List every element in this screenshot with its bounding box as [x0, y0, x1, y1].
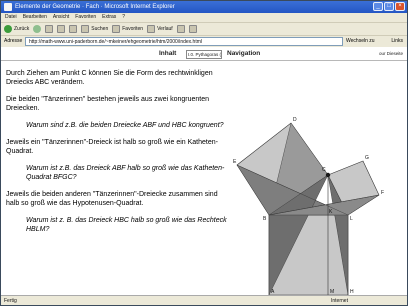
print-button[interactable] — [188, 25, 197, 33]
go-button[interactable]: Wechseln zu — [346, 37, 375, 46]
menu-favoriten[interactable]: Favoriten — [75, 13, 96, 22]
back-arrow-icon — [4, 25, 12, 33]
paragraph: Die beiden "Tänzerinnen" bestehen jeweil… — [6, 96, 210, 112]
home-icon — [69, 25, 78, 33]
history-button[interactable]: Verlauf — [147, 23, 173, 36]
question: Warum ist z.B. das Dreieck ABF halb so g… — [26, 165, 225, 181]
home-button[interactable] — [69, 25, 78, 33]
question: Warum sind z.B. die beiden Dreiecke ABF … — [26, 122, 224, 129]
explanation-text: Durch Ziehen am Punkt C können Sie die F… — [6, 69, 232, 242]
mail-icon — [176, 25, 185, 33]
search-button[interactable]: Suchen — [81, 23, 108, 36]
address-bar: Adresse http://math-www.uni-paderborn.de… — [1, 35, 407, 46]
menu-ansicht[interactable]: Ansicht — [53, 13, 69, 22]
ie-icon — [4, 3, 12, 11]
forward-button[interactable] — [33, 25, 42, 33]
refresh-button[interactable] — [57, 25, 66, 33]
label-f: F — [381, 190, 384, 196]
question: Warum ist z. B. das Dreieck HBC halb so … — [26, 217, 227, 233]
paragraph: Durch Ziehen am Punkt C können Sie die F… — [6, 70, 213, 86]
menu-datei[interactable]: Datei — [5, 13, 17, 22]
paragraph: Jeweils ein "Tänzerinnen"-Dreieck ist ha… — [6, 139, 218, 155]
label-b: B — [263, 216, 267, 222]
page-content: Inhalt I.0. Pythagoras (Tänzerinnen-Bewe… — [1, 47, 407, 295]
menu-help[interactable]: ? — [122, 13, 125, 22]
forward-arrow-icon — [33, 25, 42, 33]
stop-button[interactable] — [45, 25, 54, 33]
menu-bearbeiten[interactable]: Bearbeiten — [23, 13, 47, 22]
point-c[interactable] — [325, 172, 331, 178]
history-icon — [147, 25, 156, 33]
minimize-button[interactable]: _ — [373, 2, 383, 11]
maximize-button[interactable]: □ — [384, 2, 394, 11]
status-text: Fertig — [4, 298, 17, 304]
star-icon — [112, 25, 121, 33]
status-bar: Fertig Internet — [1, 295, 407, 305]
label-e: E — [233, 159, 237, 165]
mail-button[interactable] — [176, 25, 185, 33]
label-g: G — [365, 155, 369, 161]
favorites-button[interactable]: Favoriten — [112, 23, 143, 36]
navigation-link[interactable]: Navigation — [227, 47, 260, 61]
pythagoras-figure[interactable]: D G E C F B K L A M H — [233, 75, 403, 295]
our-dir-link[interactable]: our Dieseite — [379, 47, 403, 61]
browser-window: Elemente der Geometrie · Fach · Microsof… — [0, 0, 408, 306]
window-title: Elemente der Geometrie · Fach · Microsof… — [15, 4, 175, 10]
label-l: L — [350, 216, 353, 222]
search-icon — [81, 25, 90, 33]
address-label: Adresse — [4, 38, 23, 44]
refresh-icon — [57, 25, 66, 33]
links-button[interactable]: Links — [391, 36, 403, 47]
print-icon — [188, 25, 197, 33]
label-c: C — [322, 167, 326, 173]
title-bar: Elemente der Geometrie · Fach · Microsof… — [1, 1, 407, 13]
menu-bar: Datei Bearbeiten Ansicht Favoriten Extra… — [1, 13, 407, 22]
nav-row: Inhalt I.0. Pythagoras (Tänzerinnen-Bewe… — [1, 47, 407, 61]
address-input[interactable]: http://math-www.uni-paderborn.de/~mkeine… — [25, 37, 343, 46]
stop-icon — [45, 25, 54, 33]
security-zone: Internet — [331, 298, 348, 304]
back-button[interactable]: Zurück — [4, 23, 29, 36]
inhalt-label: Inhalt — [159, 50, 177, 57]
toolbar: Zurück Suchen Favoriten Verlauf — [1, 22, 407, 35]
label-d: D — [293, 117, 297, 123]
close-button[interactable]: × — [395, 2, 405, 11]
menu-extras[interactable]: Extras — [102, 13, 116, 22]
chapter-select[interactable]: I.0. Pythagoras (Tänzerinnen-Beweis) — [186, 50, 222, 59]
paragraph: Jeweils die beiden anderen "Tänzerinnen"… — [6, 191, 218, 207]
